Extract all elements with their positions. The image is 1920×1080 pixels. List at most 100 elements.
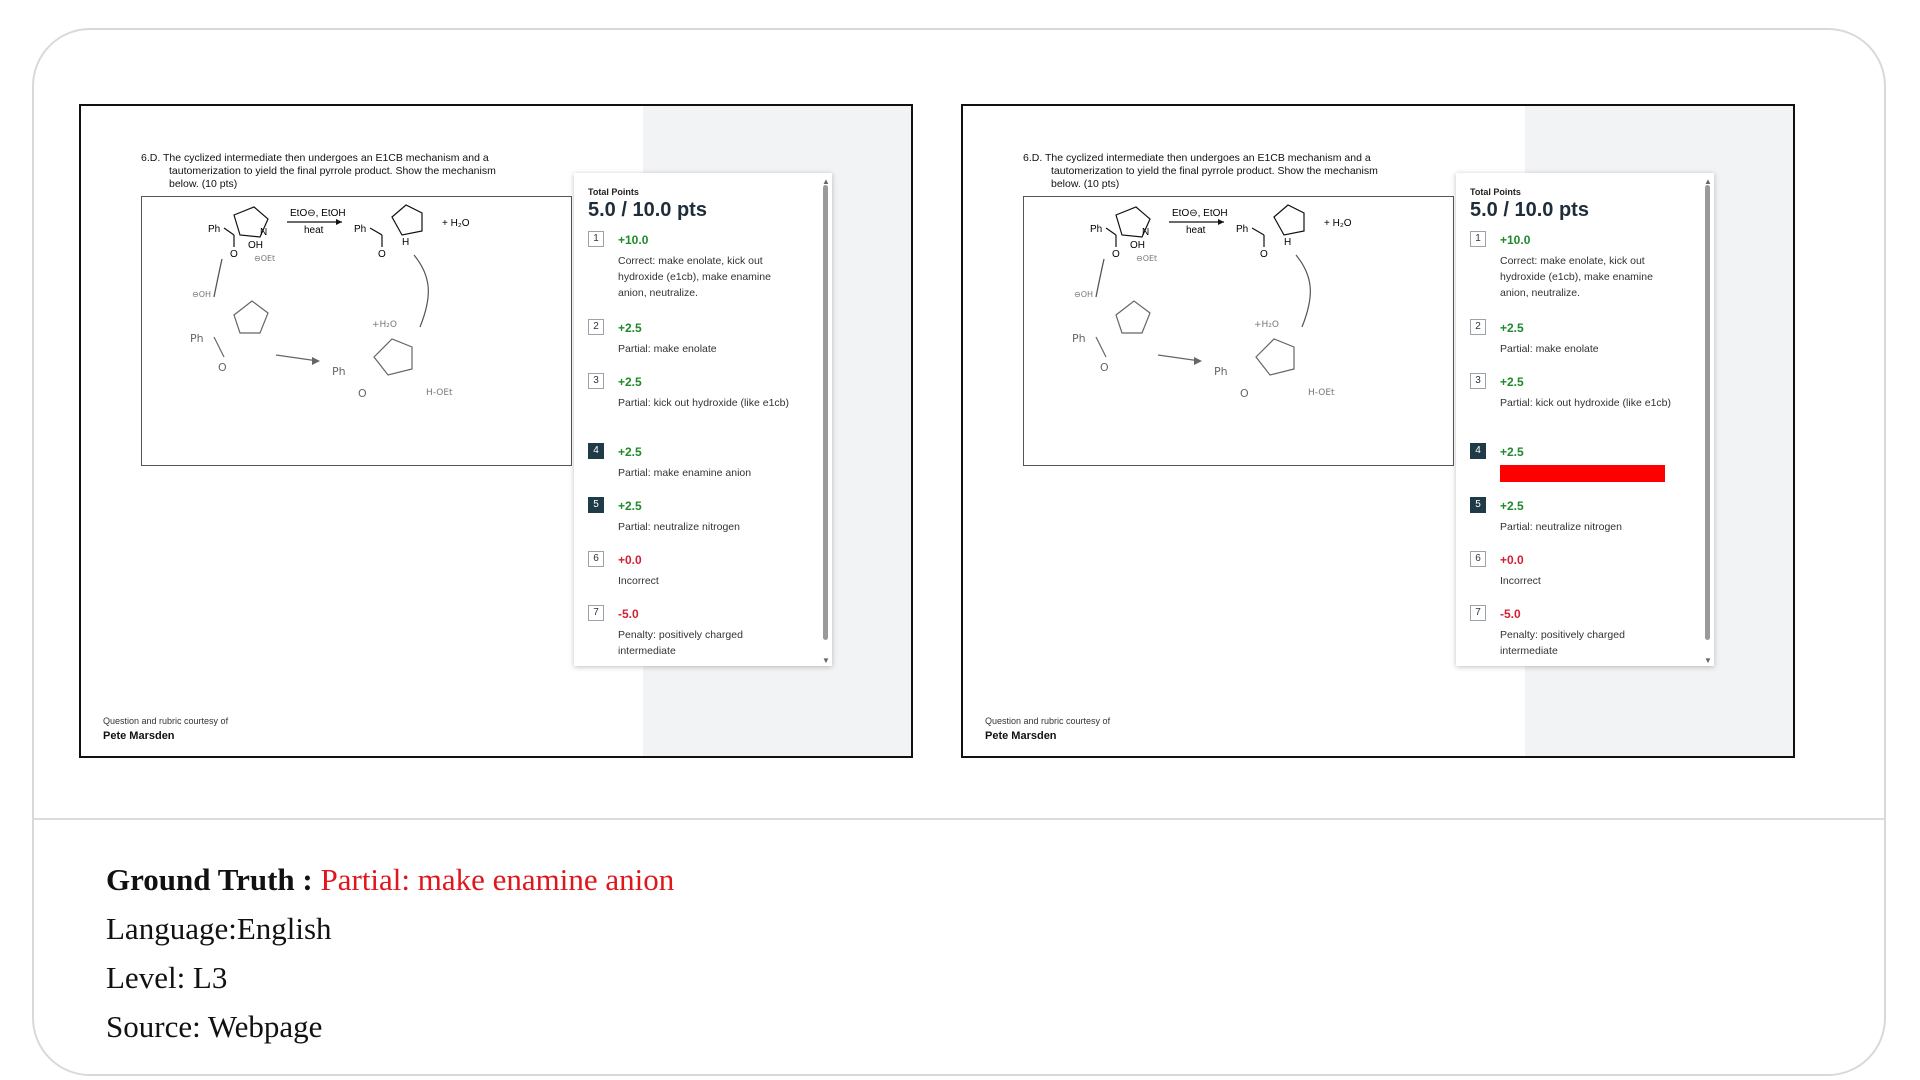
rubric-item-description: Incorrect xyxy=(618,575,659,587)
rubric-item-description: Partial: neutralize nitrogen xyxy=(618,521,740,533)
ph-label-product: Ph xyxy=(1236,224,1248,235)
reagent-bottom: heat xyxy=(304,225,324,236)
rubric-item-points: +10.0 xyxy=(618,233,649,247)
n-label: N xyxy=(1142,227,1149,238)
hw-ooh: ⊖OH xyxy=(192,290,211,299)
reagent-bottom: heat xyxy=(1186,225,1206,236)
hw-h-oet: H-OEt xyxy=(426,388,453,398)
oh-label: OH xyxy=(248,240,263,251)
ground-truth-value: Partial: make enamine anion xyxy=(320,862,675,897)
rubric-item-points: -5.0 xyxy=(618,607,639,621)
ground-truth-line: Ground Truth : Partial: make enamine ani… xyxy=(106,862,674,898)
hw-arrow-1 xyxy=(1157,354,1201,362)
question-line-3: below. (10 pts) xyxy=(169,178,238,190)
hw-ring-1 xyxy=(1115,300,1151,334)
hw-ooh: ⊖OH xyxy=(1074,290,1093,299)
hw-arrow-1 xyxy=(275,354,319,362)
rubric-panel: Total Points 5.0 / 10.0 pts 1 +10.0 Corr… xyxy=(574,173,832,666)
hw-ph-2: Ph xyxy=(332,365,346,378)
hw-arrow-2 xyxy=(413,254,429,328)
ph-label: Ph xyxy=(208,224,220,235)
credit-line: Question and rubric courtesy of xyxy=(985,716,1111,726)
rubric-item-points: +2.5 xyxy=(618,499,642,513)
total-points-value: 5.0 / 10.0 pts xyxy=(588,199,707,221)
hw-ph-1: Ph xyxy=(1072,332,1086,345)
answer-drawing-box[interactable]: Ph O N OH EtO⊖, EtOH heat Ph O H + H₂O ⊖… xyxy=(141,196,572,466)
total-points-label: Total Points xyxy=(1470,187,1521,197)
rubric-item-number[interactable]: 4 xyxy=(588,443,604,459)
rubric-item-points: +2.5 xyxy=(1500,375,1524,389)
ground-truth-label: Ground Truth : xyxy=(106,862,313,897)
rubric-item-points: +0.0 xyxy=(618,553,642,567)
o-label: O xyxy=(1112,249,1120,260)
screenshot-panel-original: 6.D. The cyclized intermediate then unde… xyxy=(79,104,913,758)
scrollbar-thumb[interactable] xyxy=(823,185,828,640)
hw-ph-2: Ph xyxy=(1214,365,1228,378)
question-text: 6.D. The cyclized intermediate then unde… xyxy=(141,152,561,191)
rubric-item-description: Partial: kick out hydroxide (like e1cb) xyxy=(618,397,789,409)
hw-ring-2 xyxy=(373,338,413,376)
ph-label: Ph xyxy=(1090,224,1102,235)
screenshot-panel-masked: 6.D. The cyclized intermediate then unde… xyxy=(961,104,1795,758)
rubric-item-number[interactable]: 6 xyxy=(1470,551,1486,567)
rubric-item-number[interactable]: 2 xyxy=(588,319,604,335)
rubric-item-number[interactable]: 3 xyxy=(588,373,604,389)
question-line-2: tautomerization to yield the final pyrro… xyxy=(1051,165,1378,177)
source-line: Source: Webpage xyxy=(106,1009,323,1044)
rubric-item-points: +2.5 xyxy=(1500,499,1524,513)
scroll-down-icon[interactable]: ▼ xyxy=(1704,656,1712,665)
credit-name: Pete Marsden xyxy=(985,730,1057,742)
byproduct: + H₂O xyxy=(1324,218,1352,229)
rubric-item-description: Partial: make enolate xyxy=(1500,343,1599,355)
total-points-label: Total Points xyxy=(588,187,639,197)
rubric-item-description: Partial: make enamine anion xyxy=(618,467,752,479)
redacted-description xyxy=(1500,465,1665,482)
rubric-item-number[interactable]: 7 xyxy=(1470,605,1486,621)
level-line: Level: L3 xyxy=(106,960,228,995)
rubric-item-number[interactable]: 5 xyxy=(588,497,604,513)
rubric-item-points: +2.5 xyxy=(1500,321,1524,335)
rubric-item-number[interactable]: 6 xyxy=(588,551,604,567)
o-label-product: O xyxy=(1260,249,1268,260)
rubric-item-points: +0.0 xyxy=(1500,553,1524,567)
scroll-down-icon[interactable]: ▼ xyxy=(822,656,830,665)
ph-label-product: Ph xyxy=(354,224,366,235)
rubric-item-description: Partial: kick out hydroxide (like e1cb) xyxy=(1500,397,1671,409)
hw-oet: ⊖OEt xyxy=(254,254,275,263)
rubric-scrollbar[interactable]: ▲ ▼ xyxy=(822,177,830,665)
hw-o-1: O xyxy=(218,361,227,374)
rubric-panel: Total Points 5.0 / 10.0 pts 1 +10.0 Corr… xyxy=(1456,173,1714,666)
hw-o-2: O xyxy=(358,387,367,400)
section-divider xyxy=(32,818,1884,820)
pyrrole-ring xyxy=(1273,204,1305,236)
reagent-top: EtO⊖, EtOH xyxy=(1172,208,1228,219)
rubric-item-number[interactable]: 5 xyxy=(1470,497,1486,513)
rubric-item-number[interactable]: 7 xyxy=(588,605,604,621)
rubric-item-description: Partial: make enolate xyxy=(618,343,717,355)
rubric-item-points: -5.0 xyxy=(1500,607,1521,621)
o-label-product: O xyxy=(378,249,386,260)
rubric-item-number[interactable]: 4 xyxy=(1470,443,1486,459)
rubric-item-number[interactable]: 1 xyxy=(1470,231,1486,247)
rubric-item-number[interactable]: 1 xyxy=(588,231,604,247)
reagent-top: EtO⊖, EtOH xyxy=(290,208,346,219)
byproduct: + H₂O xyxy=(442,218,470,229)
question-line-1: 6.D. The cyclized intermediate then unde… xyxy=(1023,152,1371,164)
hw-ring-2 xyxy=(1255,338,1295,376)
hw-plus-h2o: +H₂O xyxy=(1254,320,1279,330)
n-label: N xyxy=(260,227,267,238)
rubric-item-number[interactable]: 3 xyxy=(1470,373,1486,389)
h-label: H xyxy=(402,237,409,248)
hw-arrow-2 xyxy=(1295,254,1311,328)
hw-h-oet: H-OEt xyxy=(1308,388,1335,398)
hw-o-2: O xyxy=(1240,387,1249,400)
answer-drawing-box[interactable]: Ph O N OH EtO⊖, EtOH heat Ph O H + H₂O ⊖… xyxy=(1023,196,1454,466)
rubric-item-description: Incorrect xyxy=(1500,575,1541,587)
question-line-3: below. (10 pts) xyxy=(1051,178,1120,190)
rubric-item-number[interactable]: 2 xyxy=(1470,319,1486,335)
language-line: Language:English xyxy=(106,911,332,946)
rubric-scrollbar[interactable]: ▲ ▼ xyxy=(1704,177,1712,665)
rubric-item-description: Penalty: positively charged intermediate xyxy=(618,629,743,657)
scrollbar-thumb[interactable] xyxy=(1705,185,1710,640)
hw-o-1: O xyxy=(1100,361,1109,374)
